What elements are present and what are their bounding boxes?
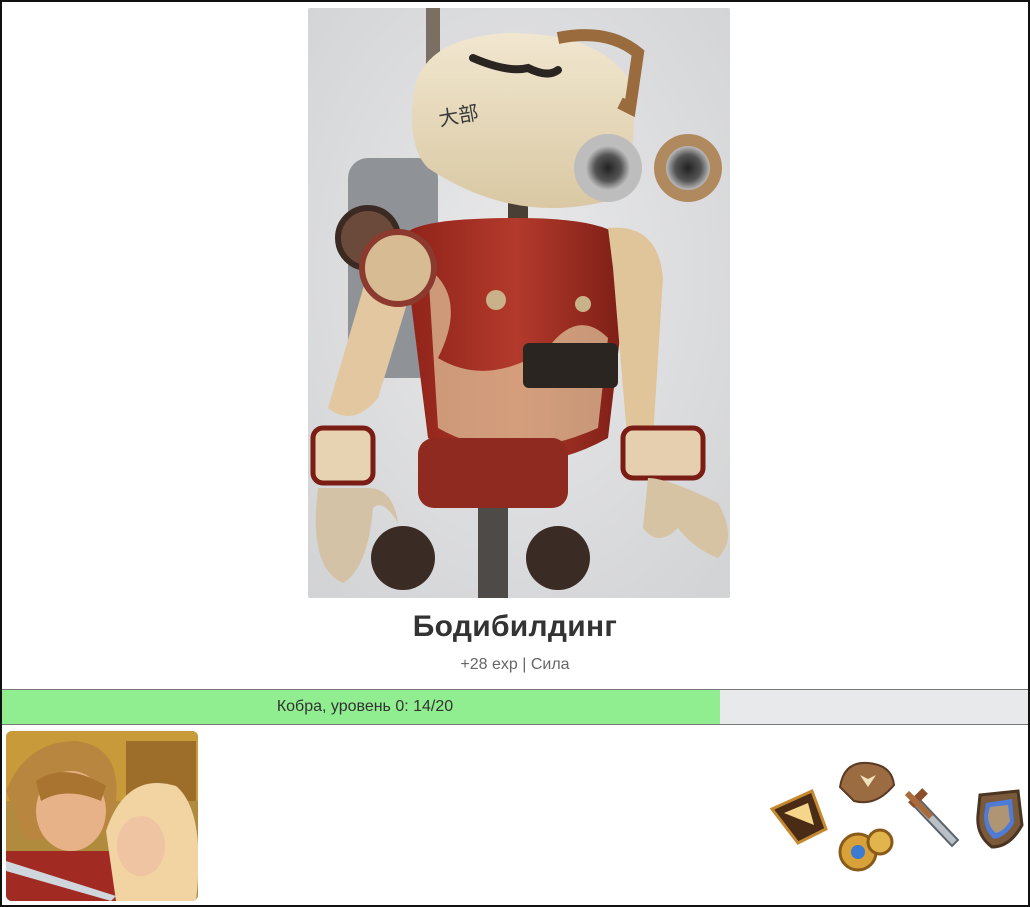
quest-card: 大部 Бодибилдинг +28 exp | Сила Кобра, уро… bbox=[0, 0, 1030, 907]
equipment-items bbox=[762, 752, 1028, 882]
steampunk-robot-image: 大部 bbox=[308, 8, 730, 598]
level-progress-bar: Кобра, уровень 0: 14/20 bbox=[2, 689, 1028, 725]
anime-character-avatar[interactable] bbox=[6, 731, 198, 901]
activity-title: Бодибилдинг bbox=[412, 610, 618, 643]
shield-icon[interactable] bbox=[970, 787, 1028, 856]
progress-label: Кобра, уровень 0: 14/20 bbox=[276, 698, 454, 715]
gear-icon[interactable] bbox=[836, 822, 896, 883]
chevron-badge-icon[interactable] bbox=[768, 787, 830, 852]
hat-icon[interactable] bbox=[836, 757, 898, 814]
sword-icon[interactable] bbox=[902, 782, 968, 857]
activity-reward: +28 exp | Сила bbox=[460, 656, 570, 673]
